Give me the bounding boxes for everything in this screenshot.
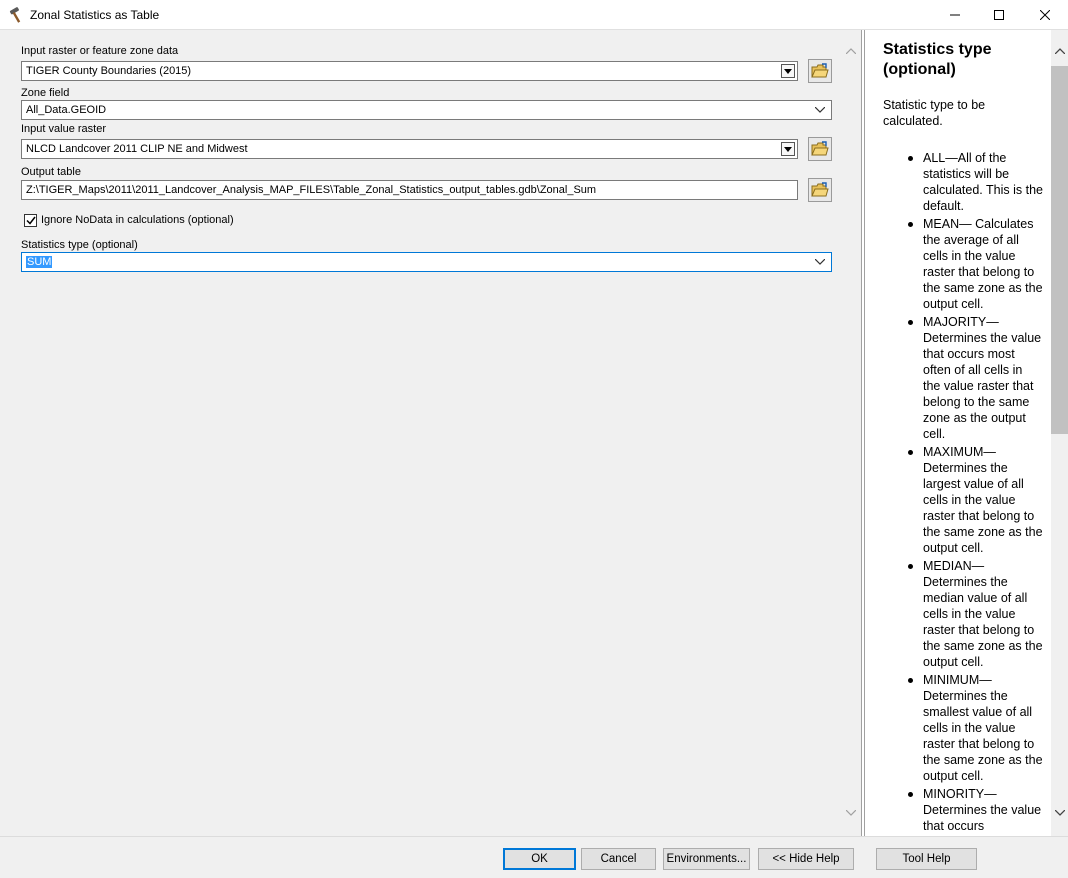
scroll-down-icon[interactable] (844, 806, 858, 820)
parameters-panel: Input raster or feature zone data TIGER … (0, 30, 862, 836)
ignore-nodata-label: Ignore NoData in calculations (optional) (41, 214, 234, 226)
help-list-item: MAJORITY— Determines the value that occu… (908, 315, 1042, 441)
zone-field-value: All_Data.GEOID (26, 104, 107, 116)
checkmark-icon (25, 216, 36, 225)
dropdown-arrow-icon[interactable] (781, 142, 795, 156)
button-bar: OK Cancel Environments... << Hide Help T… (0, 836, 1068, 878)
value-raster-value: NLCD Landcover 2011 CLIP NE and Midwest (26, 143, 248, 155)
value-raster-label: Input value raster (21, 123, 106, 135)
tool-help-button[interactable]: Tool Help (876, 848, 977, 870)
help-panel: Statistics type (optional) Statistic typ… (864, 30, 1068, 836)
dropdown-arrow-icon[interactable] (781, 64, 795, 78)
scroll-up-icon[interactable] (844, 44, 858, 58)
chevron-down-icon[interactable] (813, 103, 827, 117)
zone-data-label: Input raster or feature zone data (21, 45, 179, 57)
maximize-icon (994, 10, 1004, 20)
maximize-button[interactable] (976, 0, 1022, 30)
help-list-item: MINORITY— Determines the value that occu… (908, 787, 1042, 833)
zone-field-dropdown[interactable]: All_Data.GEOID (21, 100, 832, 120)
minimize-button[interactable] (932, 0, 978, 30)
title-bar: Zonal Statistics as Table (0, 0, 1068, 30)
ok-button[interactable]: OK (503, 848, 576, 870)
hammer-icon (8, 6, 26, 24)
help-list-item: MINIMUM— Determines the smallest value o… (908, 673, 1043, 783)
close-button[interactable] (1022, 0, 1068, 30)
help-scroll-down-icon[interactable] (1053, 806, 1067, 820)
ignore-nodata-row[interactable]: Ignore NoData in calculations (optional) (24, 212, 234, 228)
zone-data-value: TIGER County Boundaries (2015) (26, 65, 192, 77)
statistics-type-label: Statistics type (optional) (21, 239, 138, 251)
statistics-type-value: SUM (26, 256, 53, 268)
help-scroll-up-icon[interactable] (1053, 44, 1067, 58)
help-list-item: MAXIMUM— Determines the largest value of… (908, 445, 1043, 555)
cancel-button[interactable]: Cancel (581, 848, 656, 870)
help-description: Statistic type to be calculated. (883, 98, 986, 128)
zone-data-browse-button[interactable] (808, 59, 832, 83)
minimize-icon (950, 14, 960, 16)
statistics-type-dropdown[interactable]: SUM (21, 252, 832, 272)
environments-button[interactable]: Environments... (663, 848, 750, 870)
zone-field-label: Zone field (21, 87, 70, 99)
value-raster-browse-button[interactable] (808, 137, 832, 161)
help-list-item: MEAN— Calculates the average of all cell… (908, 217, 1043, 311)
help-list-item: ALL—All of the statistics will be calcul… (908, 151, 1043, 213)
ignore-nodata-checkbox[interactable] (24, 213, 37, 227)
output-table-browse-button[interactable] (808, 178, 832, 202)
help-list: ALL—All of the statistics will be calcul… (908, 150, 1043, 836)
chevron-down-icon[interactable] (813, 255, 827, 269)
output-table-input[interactable]: Z:\TIGER_Maps\2011\2011_Landcover_Analys… (21, 180, 798, 200)
window-title: Zonal Statistics as Table (30, 8, 160, 22)
value-raster-dropdown[interactable]: NLCD Landcover 2011 CLIP NE and Midwest (21, 139, 798, 159)
help-list-item: MEDIAN— Determines the median value of a… (908, 559, 1043, 669)
open-folder-icon (811, 141, 829, 156)
zone-data-dropdown[interactable]: TIGER County Boundaries (2015) (21, 61, 798, 81)
close-icon (1040, 10, 1050, 20)
output-table-value: Z:\TIGER_Maps\2011\2011_Landcover_Analys… (26, 184, 597, 196)
hide-help-button[interactable]: << Hide Help (758, 848, 854, 870)
help-scrollbar-thumb[interactable] (1051, 66, 1068, 434)
help-title: Statistics type (optional) (883, 41, 992, 78)
output-table-label: Output table (21, 166, 81, 178)
open-folder-icon (811, 182, 829, 197)
open-folder-icon (811, 63, 829, 78)
